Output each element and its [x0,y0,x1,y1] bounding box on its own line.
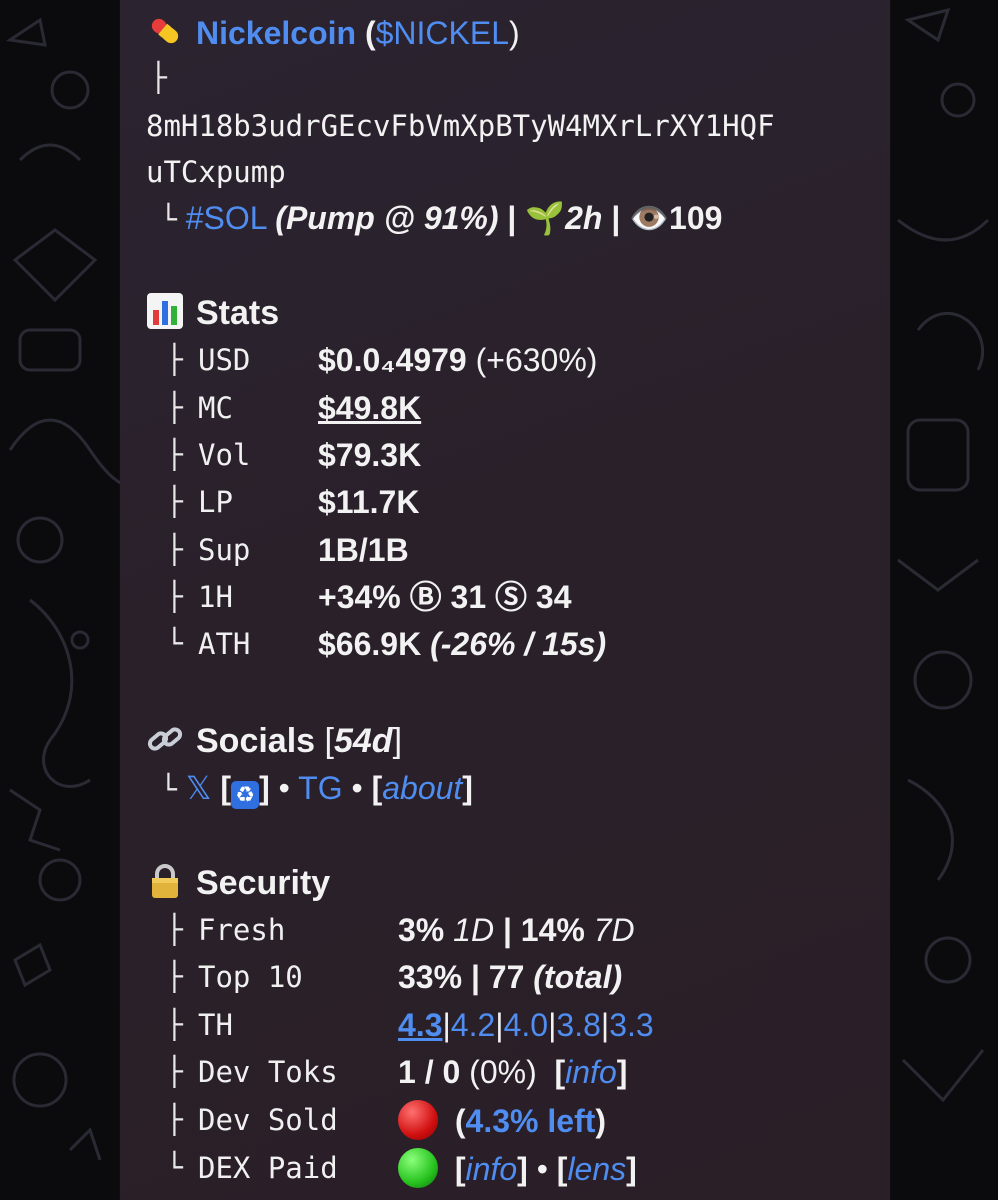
view-count: 109 [669,200,723,236]
stats-heading: Stats [146,292,279,333]
open-paren: ( [364,15,376,51]
bar-chart-icon [146,292,184,330]
token-header: Nickelcoin ($NICKEL) [146,12,520,53]
stat-label: ATH [198,627,251,661]
stats-title: Stats [196,294,280,332]
tree-branch: ├ [166,960,183,993]
link-icon [146,720,184,758]
meta-branch: └ [160,203,177,236]
contract-address-line2[interactable]: uTCxpump [146,152,286,192]
separator: | [507,200,517,236]
security-heading: Security [146,862,330,903]
bracket: [ [324,722,334,760]
tree-branch: ├ [166,533,183,566]
x-link[interactable]: 𝕏 [186,770,212,806]
security-label: Top 10 [198,960,303,994]
security-title: Security [196,864,331,902]
tree-branch: ├ [166,391,183,424]
security-label: TH [198,1008,233,1042]
tree-branch: ├ [166,343,183,376]
security-label: Fresh [198,913,286,947]
bullet: • [351,770,363,806]
stat-value: +34% Ⓑ 31 Ⓢ 34 [318,579,572,615]
bullet: • [278,770,290,806]
dev-left-link[interactable]: 4.3% left [466,1103,596,1139]
tree-branch: └ [166,627,183,660]
dev-sold-value: (4.3% left) [398,1100,606,1141]
recycle-icon[interactable]: ♻ [231,781,260,809]
stat-label: LP [198,485,233,519]
tree-branch: ├ [166,1055,183,1088]
ticker-link[interactable]: $NICKEL [376,15,509,51]
stat-value: 1B/1B [318,532,409,568]
seedling-icon: 🌱 [525,200,566,236]
address-branch: ├ [150,61,167,94]
telegram-link[interactable]: TG [298,770,342,806]
holder-link[interactable]: 4.2 [451,1007,495,1043]
chain-hashtag[interactable]: #SOL [186,200,267,236]
token-name-link[interactable]: Nickelcoin [196,15,356,51]
security-label: Dev Sold [198,1103,338,1137]
holder-link[interactable]: 3.3 [609,1007,653,1043]
socials-title: Socials [196,722,316,760]
bracket: ] [259,770,270,806]
security-label: DEX Paid [198,1151,338,1185]
top10-value: 33% | 77 (total) [398,959,623,995]
bracket: ] [392,722,403,760]
socials-age: 54d [333,722,393,760]
socials-heading: Socials [54d] [146,720,402,761]
stat-label: Vol [198,438,251,472]
top-holders-list: 4.3|4.2|4.0|3.8|3.3 [398,1007,654,1043]
security-label: Dev Toks [198,1055,338,1089]
holder-link[interactable]: 3.8 [556,1007,600,1043]
tree-branch: ├ [166,438,183,471]
dex-paid-value: [info] • [lens] [398,1148,637,1189]
tree-branch: ├ [166,580,183,613]
tree-branch: └ [166,1151,183,1184]
stat-label: USD [198,343,251,377]
stat-label: 1H [198,580,233,614]
dev-toks-value: 1 / 0 (0%) [info] [398,1054,628,1090]
tree-branch: ├ [166,1008,183,1041]
doodle-background-right [897,7,990,1103]
close-paren: ) [509,15,520,51]
stat-value: $0.0₄4979 (+630%) [318,342,598,378]
green-circle-icon [398,1148,438,1188]
tree-branch: └ [160,773,177,806]
stat-value: $79.3K [318,437,422,473]
message-bubble: Nickelcoin ($NICKEL) ├ 8mH18b3udrGEcvFbV… [120,0,890,1200]
stat-label: Sup [198,533,251,567]
separator: | [611,200,621,236]
token-meta-line: └ #SOL (Pump @ 91%) | 🌱2h | 👁️109 [160,198,722,240]
about-link[interactable]: about [382,770,462,806]
tree-branch: ├ [166,913,183,946]
contract-address-line1[interactable]: 8mH18b3udrGEcvFbVmXpBTyW4MXrLrXY1HQF [146,106,775,146]
holder-link[interactable]: 4.0 [504,1007,548,1043]
bracket: [ [371,770,383,806]
fresh-value: 3% 1D | 14% 7D [398,912,635,948]
dev-info-link[interactable]: info [565,1054,617,1090]
eye-icon: 👁️ [629,200,670,236]
red-circle-icon [398,1100,438,1140]
bracket: [ [220,770,232,806]
socials-links: └ 𝕏 [♻] • TG • [about] [160,768,473,810]
pill-icon [146,12,184,50]
bracket: ] [462,770,473,806]
token-age: 2h [565,200,603,236]
tree-branch: ├ [166,485,183,518]
stat-label: MC [198,391,233,425]
market-cap-link[interactable]: $49.8K [318,388,421,428]
holder-link[interactable]: 4.3 [398,1007,442,1043]
pump-progress: (Pump @ 91%) [275,200,499,236]
stat-value: $11.7K [318,484,420,520]
doodle-background-left [5,17,120,1161]
lens-link[interactable]: lens [567,1151,626,1187]
stat-value: $66.9K (-26% / 15s) [318,626,607,662]
dex-info-link[interactable]: info [466,1151,518,1187]
tree-branch: ├ [166,1103,183,1136]
lock-icon [146,862,184,900]
